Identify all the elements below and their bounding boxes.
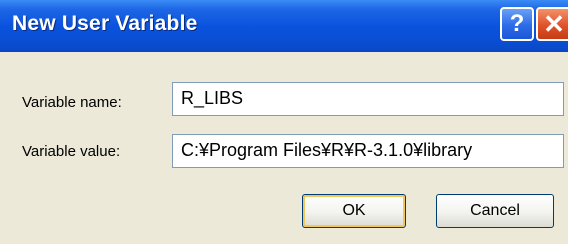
ok-button[interactable]: OK: [302, 194, 406, 228]
close-button[interactable]: ✕: [536, 7, 568, 41]
dialog-window: New User Variable ? ✕ Variable name: R_L…: [0, 0, 568, 244]
variable-value-input[interactable]: C:¥Program Files¥R¥R-3.1.0¥library: [172, 134, 564, 168]
help-icon: ?: [509, 10, 525, 37]
help-button[interactable]: ?: [500, 7, 534, 41]
variable-name-input[interactable]: R_LIBS: [172, 82, 564, 116]
variable-name-label: Variable name:: [22, 94, 122, 111]
window-title: New User Variable: [12, 12, 198, 35]
close-icon: ✕: [543, 8, 565, 39]
title-bar[interactable]: New User Variable ? ✕: [0, 0, 568, 52]
cancel-button[interactable]: Cancel: [436, 194, 554, 228]
dialog-content: Variable name: R_LIBS Variable value: C:…: [0, 52, 568, 244]
variable-value-label: Variable value:: [22, 143, 121, 160]
